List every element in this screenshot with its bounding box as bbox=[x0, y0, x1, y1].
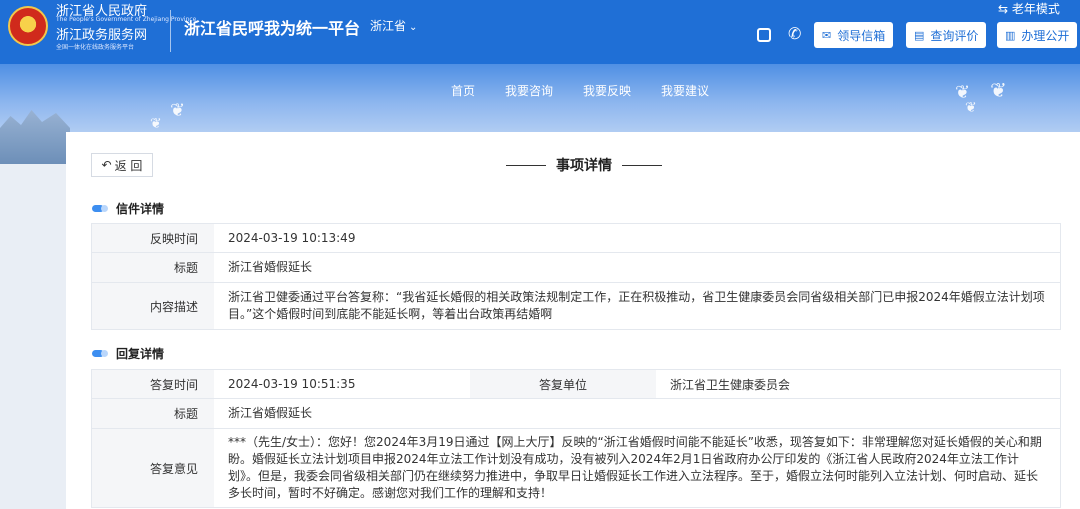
reply-unit-label: 答复单位 bbox=[470, 370, 656, 398]
portal-name[interactable]: 浙江政务服务网 bbox=[56, 24, 147, 43]
letter-table: 反映时间 2024-03-19 10:13:49 标题 浙江省婚假延长 内容描述… bbox=[91, 223, 1061, 330]
scan-icon[interactable] bbox=[757, 28, 771, 42]
detail-card: ↶ 返 回 事项详情 信件详情 反映时间 2024-03-19 10:13:49… bbox=[66, 132, 1080, 509]
dove-icon: ❦ bbox=[150, 116, 162, 132]
reply-subject-label: 标题 bbox=[92, 399, 214, 428]
letter-content-label: 内容描述 bbox=[92, 283, 214, 329]
nav-suggest[interactable]: 我要建议 bbox=[655, 80, 715, 101]
page-title: 事项详情 bbox=[556, 158, 612, 174]
letter-subject-value: 浙江省婚假延长 bbox=[228, 260, 313, 274]
main-nav: 首页 我要咨询 我要反映 我要建议 bbox=[445, 80, 715, 101]
section-dot-icon bbox=[92, 350, 108, 357]
reply-opinion-value: ***（先生/女士）：您好！您2024年3月19日通过【网上大厅】反映的“浙江省… bbox=[228, 435, 1042, 500]
letter-subject-label: 标题 bbox=[92, 253, 214, 282]
table-row: 答复意见 ***（先生/女士）：您好！您2024年3月19日通过【网上大厅】反映… bbox=[92, 429, 1060, 507]
table-row: 标题 浙江省婚假延长 bbox=[92, 253, 1060, 283]
header-divider bbox=[170, 10, 171, 52]
section-dot-icon bbox=[92, 205, 108, 212]
title-divider-left bbox=[506, 164, 546, 166]
nav-report[interactable]: 我要反映 bbox=[577, 80, 637, 101]
reply-section-title: 回复详情 bbox=[116, 347, 165, 361]
handle-public-label: 办理公开 bbox=[1021, 28, 1070, 43]
letter-time-label: 反映时间 bbox=[92, 224, 214, 252]
reply-unit-value: 浙江省卫生健康委员会 bbox=[670, 377, 791, 392]
reply-time-value: 2024-03-19 10:51:35 bbox=[228, 376, 356, 391]
reply-time-label: 答复时间 bbox=[92, 370, 214, 398]
query-review-button[interactable]: ▤ 查询评价 bbox=[906, 22, 987, 48]
reply-opinion-label: 答复意见 bbox=[92, 429, 214, 507]
elder-mode-link[interactable]: ⇆ 老年模式 bbox=[998, 0, 1060, 17]
portal-slogan: 全国一体化在线政务服务平台 bbox=[56, 44, 135, 51]
page-title-wrap: 事项详情 bbox=[506, 155, 662, 175]
dove-icon: ❦ bbox=[965, 100, 977, 116]
top-header: 浙江省人民政府 The People's Government of Zheji… bbox=[0, 0, 1080, 64]
nav-consult[interactable]: 我要咨询 bbox=[499, 80, 559, 101]
document-icon: ▥ bbox=[1005, 28, 1016, 42]
elder-mode-label: 老年模式 bbox=[1011, 2, 1060, 16]
city-skyline-image bbox=[0, 110, 70, 164]
leader-mail-button[interactable]: ✉ 领导信箱 bbox=[814, 22, 894, 48]
chevron-down-icon: ⌄ bbox=[409, 22, 418, 33]
phone-icon[interactable]: ✆ bbox=[788, 24, 801, 43]
reply-table: 答复时间 2024-03-19 10:51:35 答复单位 浙江省卫生健康委员会… bbox=[91, 369, 1061, 508]
dove-icon: ❦ bbox=[170, 100, 186, 121]
table-row: 内容描述 浙江省卫健委通过平台答复称：“我省延长婚假的相关政策法规制定工作，正在… bbox=[92, 283, 1060, 329]
leader-mail-label: 领导信箱 bbox=[837, 28, 886, 43]
reply-subject-value: 浙江省婚假延长 bbox=[228, 406, 313, 420]
comment-icon: ▤ bbox=[914, 28, 925, 42]
table-row: 标题 浙江省婚假延长 bbox=[92, 399, 1060, 429]
back-button[interactable]: ↶ 返 回 bbox=[91, 153, 153, 177]
province-selector[interactable]: 浙江省 ⌄ bbox=[370, 17, 417, 34]
handle-public-button[interactable]: ▥ 办理公开 bbox=[997, 22, 1078, 48]
title-divider-right bbox=[622, 164, 662, 166]
query-review-label: 查询评价 bbox=[930, 28, 979, 43]
mail-icon: ✉ bbox=[822, 28, 832, 42]
back-label: 返 回 bbox=[114, 158, 143, 173]
reply-section-header: 回复详情 bbox=[92, 345, 164, 362]
province-label: 浙江省 bbox=[370, 19, 407, 33]
letter-content-value: 浙江省卫健委通过平台答复称：“我省延长婚假的相关政策法规制定工作，正在积极推动，… bbox=[228, 290, 1045, 321]
letter-section-header: 信件详情 bbox=[92, 200, 164, 217]
table-row: 答复时间 2024-03-19 10:51:35 答复单位 浙江省卫生健康委员会 bbox=[92, 370, 1060, 399]
back-arrow-icon: ↶ bbox=[101, 158, 112, 172]
nav-home[interactable]: 首页 bbox=[445, 80, 481, 101]
letter-section-title: 信件详情 bbox=[116, 202, 165, 216]
switch-icon: ⇆ bbox=[998, 2, 1009, 16]
letter-time-value: 2024-03-19 10:13:49 bbox=[228, 230, 356, 245]
national-emblem-icon bbox=[8, 6, 48, 46]
table-row: 反映时间 2024-03-19 10:13:49 bbox=[92, 224, 1060, 253]
platform-title[interactable]: 浙江省民呼我为统一平台 bbox=[184, 15, 360, 39]
dove-icon: ❦ bbox=[990, 78, 1007, 102]
gov-name-en: The People's Government of Zhejiang Prov… bbox=[56, 16, 197, 23]
